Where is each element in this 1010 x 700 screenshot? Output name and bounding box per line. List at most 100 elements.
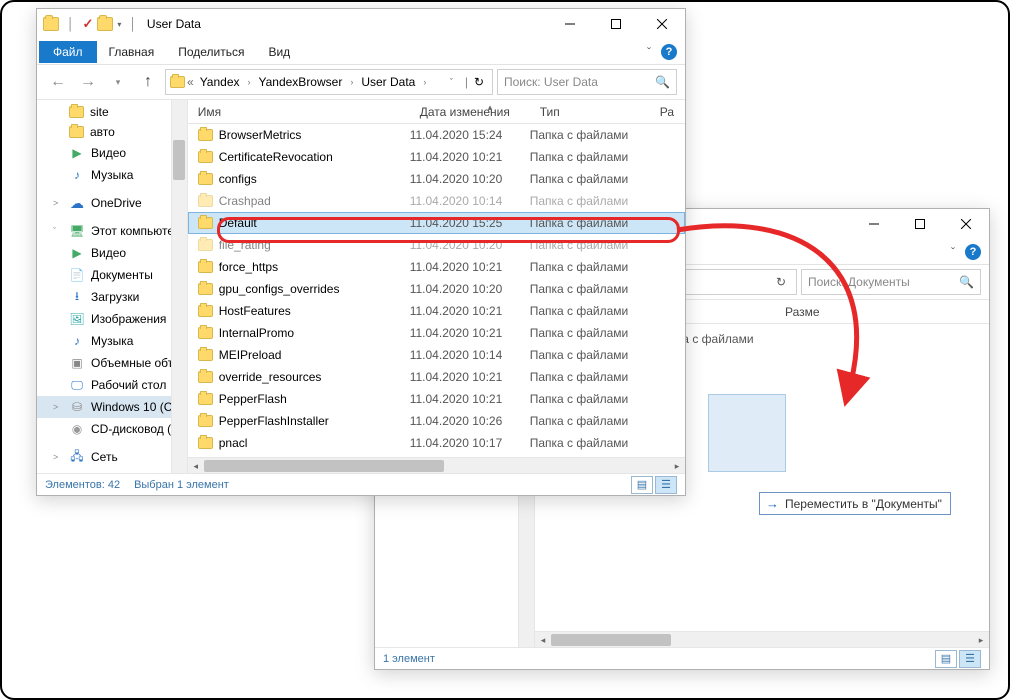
tree-node[interactable]: 🖵Рабочий стол [37, 374, 187, 396]
tree-node[interactable]: ▶Видео [37, 242, 187, 264]
titlebar[interactable]: │ ✓ ▾ │ User Data [37, 9, 685, 39]
search-icon[interactable]: 🔍 [959, 275, 974, 289]
search-icon[interactable]: 🔍 [655, 75, 670, 89]
col-type[interactable]: Тип [530, 105, 650, 119]
ribbon-tab-share[interactable]: Поделиться [166, 41, 256, 63]
file-type: Папка с файлами [530, 436, 650, 450]
nav-tree[interactable]: siteавто▶Видео♪Музыка>☁OneDriveˇ🖥Этот ко… [37, 100, 188, 473]
tree-label: site [90, 105, 109, 119]
maximize-button[interactable] [593, 9, 639, 39]
file-row[interactable]: MEIPreload11.04.2020 10:14Папка с файлам… [188, 344, 685, 366]
breadcrumb-seg[interactable]: YandexBrowser [255, 75, 347, 89]
tree-node[interactable]: ▣Объемные объ [37, 352, 187, 374]
tree-node[interactable]: ◉CD-дисковод (D [37, 418, 187, 440]
address-bar[interactable]: « Yandex › YandexBrowser › User Data › ˇ… [165, 69, 493, 95]
file-row[interactable]: CertificateRevocation11.04.2020 10:21Пап… [188, 146, 685, 168]
tree-label: OneDrive [91, 196, 142, 210]
column-headers[interactable]: Имя ▴ Дата изменения Тип Ра [188, 100, 685, 124]
search-box[interactable]: Поиск: Документы 🔍 [801, 269, 981, 295]
file-row[interactable]: BrowserMetrics11.04.2020 15:24Папка с фа… [188, 124, 685, 146]
file-row[interactable]: pnacl11.04.2020 10:17Папка с файлами [188, 432, 685, 454]
ribbon-expand-icon[interactable]: ˇ [951, 245, 955, 259]
h-scrollbar[interactable]: ◂▸ [535, 631, 989, 647]
explorer-window-userdata: │ ✓ ▾ │ User Data Файл Главная Поделитьс… [36, 8, 686, 496]
close-button[interactable] [943, 209, 989, 239]
file-row[interactable]: PepperFlash11.04.2020 10:21Папка с файла… [188, 388, 685, 410]
view-details-button[interactable]: ☰ [655, 476, 677, 494]
scroll-right-icon[interactable]: ▸ [669, 458, 685, 474]
mus-icon: ♪ [69, 333, 85, 349]
search-box[interactable]: Поиск: User Data 🔍 [497, 69, 677, 95]
chevron-icon[interactable]: › [348, 77, 355, 87]
scroll-left-icon[interactable]: ◂ [188, 458, 204, 474]
tree-node[interactable]: авто [37, 122, 187, 142]
file-row[interactable]: gpu_configs_overrides11.04.2020 10:20Пап… [188, 278, 685, 300]
folder-icon [198, 129, 213, 141]
breadcrumb-seg[interactable]: User Data [357, 75, 419, 89]
qat-dropdown-icon[interactable]: ▾ [117, 20, 121, 29]
search-placeholder: Поиск: User Data [504, 75, 598, 89]
mus-icon: ♪ [69, 167, 85, 183]
tree-node[interactable]: ˇ🖥Этот компьютер [37, 220, 187, 242]
nav-up-button[interactable]: ↑ [135, 69, 161, 95]
file-row[interactable]: Crashpad11.04.2020 10:14Папка с файлами [188, 190, 685, 212]
folder-icon [170, 76, 185, 88]
view-large-button[interactable]: ▤ [935, 650, 957, 668]
folder-icon[interactable] [97, 17, 113, 31]
h-scrollbar[interactable]: ◂▸ [188, 457, 685, 473]
file-row[interactable]: configs11.04.2020 10:20Папка с файлами [188, 168, 685, 190]
col-name[interactable]: Имя [188, 105, 410, 119]
minimize-button[interactable] [547, 9, 593, 39]
view-details-button[interactable]: ☰ [959, 650, 981, 668]
breadcrumb-overflow[interactable]: « [187, 75, 194, 89]
ribbon-tab-home[interactable]: Главная [97, 41, 167, 63]
col-size[interactable]: Разме [775, 305, 831, 319]
nav-fwd-button[interactable]: → [75, 69, 101, 95]
chevron-icon[interactable]: › [421, 77, 428, 87]
chevron-icon[interactable]: › [246, 77, 253, 87]
breadcrumb-seg[interactable]: Yandex [196, 75, 244, 89]
minimize-button[interactable] [851, 209, 897, 239]
tree-node[interactable]: 📄Документы [37, 264, 187, 286]
search-placeholder: Поиск: Документы [808, 275, 910, 289]
col-size[interactable]: Ра [650, 105, 685, 119]
folder-icon [198, 305, 213, 317]
tree-scrollbar[interactable] [171, 100, 187, 473]
file-row[interactable]: override_resources11.04.2020 10:21Папка … [188, 366, 685, 388]
addr-dropdown-icon[interactable]: ˇ [444, 77, 459, 87]
tree-node[interactable]: site [37, 102, 187, 122]
tree-node[interactable]: >☁OneDrive [37, 192, 187, 214]
tree-node[interactable]: >⛁Windows 10 (C:) [37, 396, 187, 418]
help-icon[interactable]: ? [661, 44, 677, 60]
tree-node[interactable]: ▶Видео [37, 142, 187, 164]
nav-history-icon[interactable]: ▾ [105, 69, 131, 95]
help-icon[interactable]: ? [965, 244, 981, 260]
tree-node[interactable]: ♪Музыка [37, 330, 187, 352]
expand-icon[interactable]: ˇ [53, 226, 63, 236]
expand-icon[interactable]: > [53, 402, 63, 412]
view-large-button[interactable]: ▤ [631, 476, 653, 494]
maximize-button[interactable] [897, 209, 943, 239]
ribbon-file-tab[interactable]: Файл [39, 41, 97, 63]
tree-node[interactable]: 🖼Изображения [37, 308, 187, 330]
file-row[interactable]: file_rating11.04.2020 10:20Папка с файла… [188, 234, 685, 256]
tree-node[interactable]: >🖧Сеть [37, 446, 187, 468]
expand-icon[interactable]: > [53, 452, 63, 462]
tree-node[interactable]: ♪Музыка [37, 164, 187, 186]
tree-label: Рабочий стол [91, 378, 166, 392]
nav-back-button[interactable]: ← [45, 69, 71, 95]
ribbon-expand-icon[interactable]: ˇ [647, 45, 651, 59]
file-row[interactable]: PepperFlashInstaller11.04.2020 10:26Папк… [188, 410, 685, 432]
refresh-icon[interactable]: ↻ [474, 75, 488, 89]
col-date[interactable]: Дата изменения [410, 105, 530, 119]
qat-check-icon[interactable]: ✓ [83, 16, 94, 32]
file-row[interactable]: HostFeatures11.04.2020 10:21Папка с файл… [188, 300, 685, 322]
file-row[interactable]: Default11.04.2020 15:25Папка с файлами [188, 212, 685, 234]
refresh-icon[interactable]: ↻ [770, 275, 792, 289]
expand-icon[interactable]: > [53, 198, 63, 208]
file-row[interactable]: InternalPromo11.04.2020 10:21Папка с фай… [188, 322, 685, 344]
ribbon-tab-view[interactable]: Вид [256, 41, 302, 63]
tree-node[interactable]: ⭳Загрузки [37, 286, 187, 308]
close-button[interactable] [639, 9, 685, 39]
file-row[interactable]: force_https11.04.2020 10:21Папка с файла… [188, 256, 685, 278]
